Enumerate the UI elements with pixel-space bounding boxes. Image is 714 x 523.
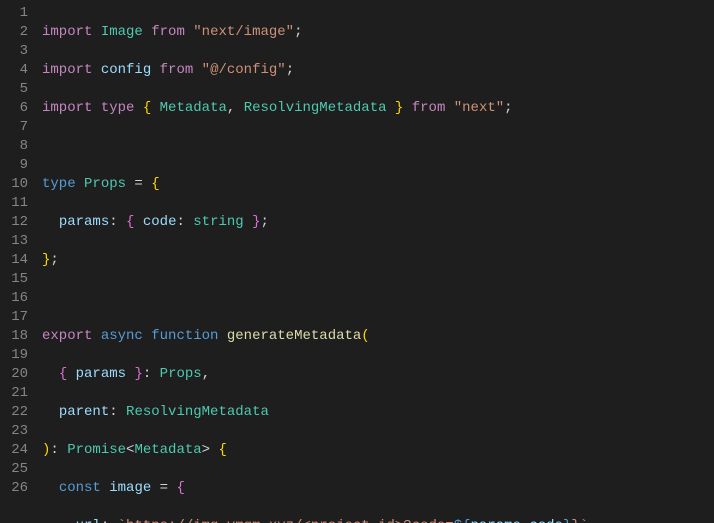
line-number: 22 [0, 403, 28, 422]
code-line: url: `https://img.vmgm.xyz/<project_id>?… [42, 517, 714, 523]
line-number: 23 [0, 422, 28, 441]
code-line: ): Promise<Metadata> { [42, 441, 714, 460]
line-number: 17 [0, 308, 28, 327]
code-line: parent: ResolvingMetadata [42, 403, 714, 422]
code-line: import type { Metadata, ResolvingMetadat… [42, 99, 714, 118]
line-number: 4 [0, 61, 28, 80]
code-line: const image = { [42, 479, 714, 498]
line-number: 10 [0, 175, 28, 194]
code-editor: 1 2 3 4 5 6 7 8 9 10 11 12 13 14 15 16 1… [0, 0, 714, 523]
line-number: 1 [0, 4, 28, 23]
line-number: 7 [0, 118, 28, 137]
line-number: 18 [0, 327, 28, 346]
line-number: 2 [0, 23, 28, 42]
code-line: { params }: Props, [42, 365, 714, 384]
code-area[interactable]: import Image from "next/image"; import c… [34, 0, 714, 523]
line-number: 11 [0, 194, 28, 213]
line-number: 16 [0, 289, 28, 308]
code-line: import config from "@/config"; [42, 61, 714, 80]
line-number: 8 [0, 137, 28, 156]
line-number: 9 [0, 156, 28, 175]
code-line [42, 137, 714, 156]
line-number: 12 [0, 213, 28, 232]
line-number: 20 [0, 365, 28, 384]
code-line: params: { code: string }; [42, 213, 714, 232]
line-number: 6 [0, 99, 28, 118]
code-line: export async function generateMetadata( [42, 327, 714, 346]
line-number: 13 [0, 232, 28, 251]
line-number: 3 [0, 42, 28, 61]
code-line: type Props = { [42, 175, 714, 194]
line-number: 21 [0, 384, 28, 403]
line-number: 25 [0, 460, 28, 479]
line-number: 5 [0, 80, 28, 99]
code-line: import Image from "next/image"; [42, 23, 714, 42]
line-number: 15 [0, 270, 28, 289]
line-number-gutter: 1 2 3 4 5 6 7 8 9 10 11 12 13 14 15 16 1… [0, 0, 34, 523]
line-number: 24 [0, 441, 28, 460]
line-number: 19 [0, 346, 28, 365]
code-line [42, 289, 714, 308]
line-number: 14 [0, 251, 28, 270]
line-number: 26 [0, 479, 28, 498]
code-line: }; [42, 251, 714, 270]
